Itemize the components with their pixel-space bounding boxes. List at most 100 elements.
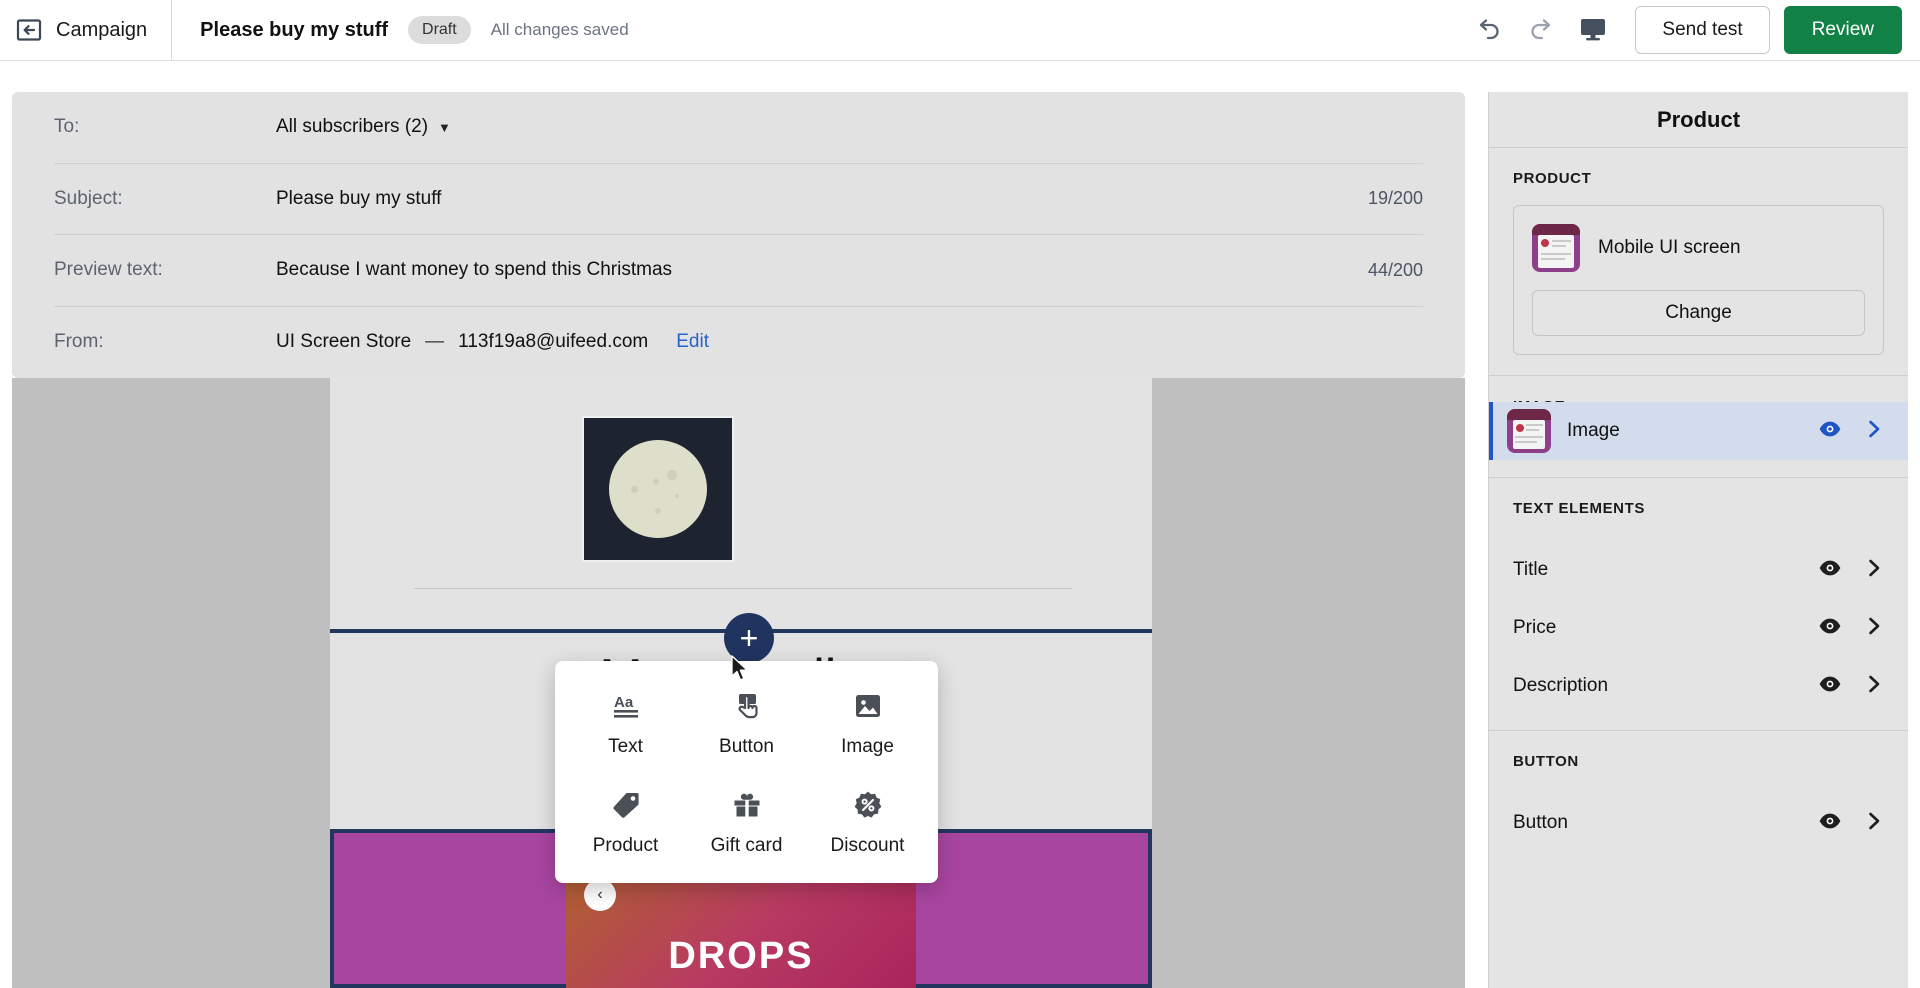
section-heading: BUTTON: [1513, 753, 1579, 770]
chevron-right-icon[interactable]: [1864, 616, 1884, 641]
preview-text-counter: 44/200: [1367, 259, 1423, 280]
menu-item-label: Text: [608, 736, 643, 757]
eye-icon[interactable]: [1818, 809, 1842, 838]
gift-icon: [732, 790, 762, 825]
menu-item-product[interactable]: Product: [565, 774, 686, 873]
sidebar-section-button: BUTTON: [1489, 731, 1908, 794]
text-aa-icon: Aa: [611, 691, 641, 726]
menu-item-image[interactable]: Image: [807, 675, 928, 774]
preview-device-button[interactable]: [1567, 4, 1619, 56]
from-row: From: UI Screen Store — 113f19a8@uifeed.…: [54, 307, 1423, 379]
undo-button[interactable]: [1463, 4, 1515, 56]
toolbar-actions: Send test Review: [1463, 4, 1920, 56]
sidebar-item-label: Title: [1513, 559, 1549, 580]
menu-item-label: Discount: [830, 835, 905, 856]
sidebar-item-button[interactable]: Button: [1489, 794, 1908, 852]
eye-icon[interactable]: [1818, 614, 1842, 643]
back-label: Campaign: [56, 18, 148, 41]
to-row: To: All subscribers (2) ▼: [54, 92, 1423, 164]
menu-item-text[interactable]: Aa Text: [565, 675, 686, 774]
from-separator: —: [425, 331, 445, 353]
eye-icon[interactable]: [1818, 556, 1842, 585]
svg-text:Aa: Aa: [614, 694, 634, 711]
subject-counter: 19/200: [1367, 188, 1423, 209]
from-value: UI Screen Store — 113f19a8@uifeed.com Ed…: [276, 331, 709, 353]
product-card: Mobile UI screen Change: [1513, 205, 1884, 355]
product-row[interactable]: Mobile UI screen: [1532, 224, 1865, 272]
properties-sidebar: Product PRODUCT Mobile UI screen Change …: [1488, 92, 1908, 988]
menu-item-label: Button: [719, 736, 774, 757]
back-arrow-box-icon[interactable]: [16, 17, 42, 43]
preview-text-label: Preview text:: [54, 259, 163, 281]
sidebar-item-label: Image: [1567, 420, 1620, 441]
chevron-right-icon[interactable]: [1864, 558, 1884, 583]
product-name: Mobile UI screen: [1598, 237, 1741, 258]
to-label: To:: [54, 116, 80, 138]
top-toolbar: Campaign Please buy my stuff Draft All c…: [0, 0, 1920, 61]
from-label: From:: [54, 331, 104, 353]
sidebar-item-title[interactable]: Title: [1489, 541, 1908, 599]
redo-icon: [1526, 14, 1556, 47]
discount-badge-icon: [853, 790, 883, 825]
save-status: All changes saved: [490, 20, 629, 39]
menu-item-label: Image: [841, 736, 894, 757]
product-thumbnail-icon: [1532, 224, 1580, 272]
section-heading: TEXT ELEMENTS: [1513, 500, 1645, 517]
menu-item-label: Product: [592, 835, 659, 856]
email-details-panel: To: All subscribers (2) ▼ Subject: Pleas…: [12, 92, 1465, 378]
preview-text-row: Preview text: Because I want money to sp…: [54, 235, 1423, 307]
campaign-title-group: Please buy my stuff Draft All changes sa…: [172, 16, 629, 44]
chevron-right-icon[interactable]: [1864, 674, 1884, 699]
change-product-button[interactable]: Change: [1532, 290, 1865, 336]
subject-input[interactable]: Please buy my stuff: [276, 188, 441, 210]
edit-from-link[interactable]: Edit: [676, 331, 709, 353]
plus-icon: +: [739, 620, 759, 656]
sidebar-item-description[interactable]: Description: [1489, 657, 1908, 715]
add-block-menu: Aa Text Button Image Product Gift card D…: [555, 661, 938, 883]
desktop-preview-icon: [1578, 16, 1608, 45]
redo-button[interactable]: [1515, 4, 1567, 56]
sidebar-section-product: PRODUCT Mobile UI screen Change: [1489, 148, 1908, 376]
tag-icon: [611, 790, 641, 825]
mouse-cursor: [730, 655, 750, 688]
chevron-right-icon[interactable]: [1864, 811, 1884, 836]
page-title: Please buy my stuff: [200, 18, 389, 41]
chevron-right-icon[interactable]: [1864, 419, 1884, 444]
menu-item-discount[interactable]: Discount: [807, 774, 928, 873]
divider: [414, 588, 1072, 589]
image-icon: [853, 691, 883, 726]
eye-icon[interactable]: [1818, 672, 1842, 701]
image-row-wrapper: Image: [1489, 402, 1908, 460]
sidebar-item-label: Description: [1513, 675, 1609, 696]
undo-icon: [1474, 14, 1504, 47]
product-thumbnail-icon: [1507, 409, 1551, 453]
hero-image[interactable]: [582, 416, 734, 562]
menu-item-button[interactable]: Button: [686, 675, 807, 774]
section-heading: PRODUCT: [1513, 170, 1592, 187]
button-tap-icon: [732, 691, 762, 726]
send-test-button[interactable]: Send test: [1635, 6, 1770, 54]
moon-image: [609, 440, 707, 538]
chevron-down-icon: ▼: [438, 119, 451, 135]
status-badge: Draft: [408, 16, 471, 44]
sidebar-item-label: Button: [1513, 812, 1568, 833]
subject-row: Subject: Please buy my stuff 19/200: [54, 164, 1423, 235]
preview-text-input[interactable]: Because I want money to spend this Chris…: [276, 259, 672, 281]
back-to-campaign[interactable]: Campaign: [0, 0, 173, 61]
menu-item-label: Gift card: [710, 835, 783, 856]
sidebar-title: Product: [1489, 92, 1908, 148]
sidebar-item-price[interactable]: Price: [1489, 599, 1908, 657]
sidebar-item-label: Price: [1513, 617, 1557, 638]
divider: [1489, 715, 1908, 731]
audience-value: All subscribers (2): [276, 116, 429, 138]
menu-item-gift-card[interactable]: Gift card: [686, 774, 807, 873]
eye-icon[interactable]: [1818, 417, 1842, 446]
drops-watermark: DROPS: [668, 935, 814, 977]
audience-select[interactable]: All subscribers (2) ▼: [276, 116, 451, 138]
divider: [1489, 460, 1908, 478]
review-button[interactable]: Review: [1783, 6, 1902, 54]
sender-email: 113f19a8@uifeed.com: [458, 331, 649, 353]
sender-name: UI Screen Store: [276, 331, 412, 353]
sidebar-section-text-elements: TEXT ELEMENTS: [1489, 478, 1908, 541]
sidebar-item-image[interactable]: Image: [1489, 402, 1908, 460]
